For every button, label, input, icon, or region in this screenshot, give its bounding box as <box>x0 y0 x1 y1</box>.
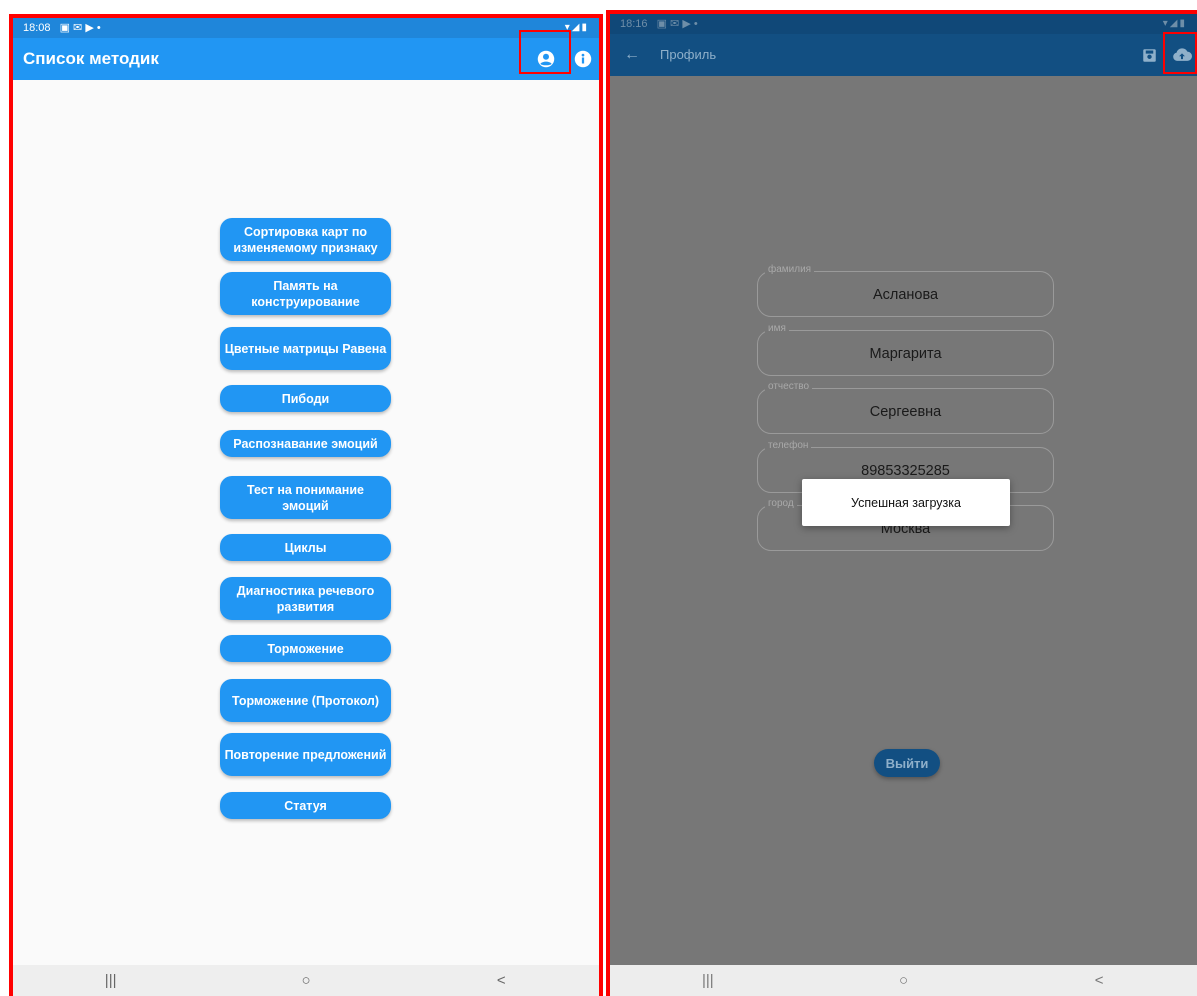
profile-field[interactable]: имя Маргарита <box>757 323 1054 376</box>
app-bar: Список методик <box>13 30 599 80</box>
profile-field[interactable]: отчество Сергеевна <box>757 381 1054 434</box>
cloud-upload-icon <box>1173 48 1192 61</box>
status-time: 18:08 <box>23 22 51 34</box>
profile-field[interactable]: фамилия Асланова <box>757 264 1054 317</box>
back-button[interactable]: < <box>471 972 531 989</box>
method-button[interactable]: Память на конструирование <box>220 272 391 315</box>
field-value[interactable]: Маргарита <box>758 346 1053 362</box>
field-value[interactable]: Асланова <box>758 287 1053 303</box>
toast-message: Успешная загрузка <box>802 479 1010 526</box>
method-button[interactable]: Статуя <box>220 792 391 819</box>
back-button[interactable]: < <box>1069 972 1129 989</box>
field-label: телефон <box>765 440 812 451</box>
save-icon <box>1142 48 1156 62</box>
field-value[interactable]: Сергеевна <box>758 404 1053 420</box>
status-icons: ▣ ✉ ▶ • <box>59 22 101 34</box>
profile-button[interactable] <box>534 47 558 71</box>
status-time: 18:16 <box>620 18 648 30</box>
method-button[interactable]: Сортировка карт по изменяемому признаку <box>220 218 391 261</box>
recent-apps-button[interactable]: ||| <box>81 972 141 989</box>
field-label: отчество <box>765 381 813 392</box>
method-button[interactable]: Пибоди <box>220 385 391 412</box>
method-button[interactable]: Торможение (Протокол) <box>220 679 391 722</box>
page-title: Список методик <box>23 49 159 68</box>
logout-button[interactable]: Выйти <box>874 749 940 777</box>
method-button[interactable]: Диагностика речевого развития <box>220 577 391 620</box>
app-bar: ← Профиль <box>610 32 1197 76</box>
method-button[interactable]: Торможение <box>220 635 391 662</box>
field-label: имя <box>765 323 789 334</box>
field-label: город <box>765 498 797 509</box>
method-button[interactable]: Тест на понимание эмоций <box>220 476 391 519</box>
system-nav-bar: ||| ○ < <box>610 965 1197 996</box>
methods-screen: 18:08 ▣ ✉ ▶ • ▾◢▮ Список методик Сортиро… <box>9 14 603 996</box>
home-button[interactable]: ○ <box>873 972 933 989</box>
info-button[interactable] <box>571 47 595 71</box>
account-circle-icon <box>537 50 555 68</box>
method-button[interactable]: Цветные матрицы Равена <box>220 327 391 370</box>
info-icon <box>574 50 592 68</box>
signal-battery-icons: ▾◢▮ <box>1162 18 1187 29</box>
field-label: фамилия <box>765 264 815 275</box>
status-icons: ▣ ✉ ▶ • <box>656 18 698 30</box>
system-nav-bar: ||| ○ < <box>13 965 599 996</box>
method-button[interactable]: Повторение предложений <box>220 733 391 776</box>
upload-button[interactable] <box>1170 43 1194 67</box>
recent-apps-button[interactable]: ||| <box>678 972 738 989</box>
status-bar: 18:08 ▣ ✉ ▶ • ▾◢▮ <box>13 18 599 38</box>
page-title: Профиль <box>660 47 717 62</box>
profile-screen: 18:16 ▣ ✉ ▶ • ▾◢▮ ← Профиль фамилия Аслан… <box>606 10 1197 996</box>
save-button[interactable] <box>1137 43 1161 67</box>
status-bar: 18:16 ▣ ✉ ▶ • ▾◢▮ <box>610 14 1197 34</box>
home-button[interactable]: ○ <box>276 972 336 989</box>
back-arrow-icon[interactable]: ← <box>624 34 640 76</box>
method-button[interactable]: Циклы <box>220 534 391 561</box>
method-button[interactable]: Распознавание эмоций <box>220 430 391 457</box>
field-value[interactable]: 89853325285 <box>758 463 1053 479</box>
